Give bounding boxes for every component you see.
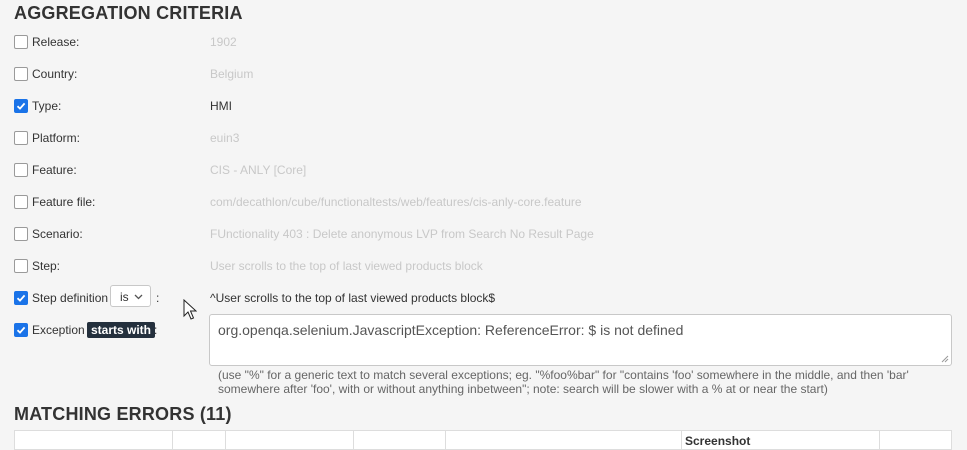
table-column-divider (445, 431, 446, 449)
country-value: Belgium (210, 67, 254, 81)
check-icon (16, 326, 26, 334)
step-definition-value: ^User scrolls to the top of last viewed … (210, 291, 496, 305)
exception-checkbox[interactable] (14, 323, 28, 337)
scenario-value: FUnctionality 403 : Delete anonymous LVP… (210, 227, 594, 241)
scenario-label: Scenario: (32, 227, 83, 241)
release-label: Release: (32, 35, 80, 49)
matching-errors-title: MATCHING ERRORS (11) (14, 404, 232, 424)
table-header-screenshot[interactable]: Screenshot (685, 434, 750, 448)
feature-file-value: com/decathlon/cube/functionaltests/web/f… (210, 195, 582, 209)
aggregation-criteria-title: AGGREGATION CRITERIA (14, 3, 243, 23)
check-icon (16, 102, 26, 110)
exception-text: org.openqa.selenium.JavascriptException:… (218, 322, 684, 338)
country-checkbox[interactable] (14, 67, 28, 81)
platform-value: euin3 (210, 131, 240, 145)
exception-hint: (use "%" for a generic text to match sev… (218, 368, 909, 396)
type-value: HMI (210, 99, 232, 113)
release-value: 1902 (210, 35, 237, 49)
step-definition-colon: : (156, 291, 160, 305)
exception-colon: : (154, 323, 158, 337)
platform-checkbox[interactable] (14, 131, 28, 145)
exception-textarea[interactable]: org.openqa.selenium.JavascriptException:… (209, 314, 952, 366)
table-column-divider (353, 431, 354, 449)
feature-checkbox[interactable] (14, 163, 28, 177)
step-value: User scrolls to the top of last viewed p… (210, 259, 483, 273)
scenario-checkbox[interactable] (14, 227, 28, 241)
step-definition-operator-select[interactable]: is (110, 285, 151, 307)
step-definition-label: Step definition (32, 291, 109, 305)
step-definition-checkbox[interactable] (14, 291, 28, 305)
table-column-divider (172, 431, 173, 449)
type-label: Type: (32, 99, 62, 113)
exception-operator-badge[interactable]: starts with (87, 322, 156, 338)
table-column-divider (681, 431, 682, 449)
feature-file-checkbox[interactable] (14, 195, 28, 209)
platform-label: Platform: (32, 131, 81, 145)
release-checkbox[interactable] (14, 35, 28, 49)
step-definition-operator-value: is (120, 290, 129, 304)
chevron-down-icon (134, 294, 143, 300)
exception-label: Exception (32, 323, 85, 337)
step-checkbox[interactable] (14, 259, 28, 273)
table-column-divider (225, 431, 226, 449)
check-icon (16, 294, 26, 302)
feature-label: Feature: (32, 163, 77, 177)
feature-file-label: Feature file: (32, 195, 96, 209)
type-checkbox[interactable] (14, 99, 28, 113)
step-label: Step: (32, 259, 61, 273)
country-label: Country: (32, 67, 78, 81)
table-column-divider (879, 431, 880, 449)
mouse-cursor-icon (183, 299, 197, 320)
resize-grip-icon[interactable] (941, 355, 949, 363)
feature-value: CIS - ANLY [Core] (210, 163, 307, 177)
matching-errors-table: Screenshot (14, 430, 952, 450)
